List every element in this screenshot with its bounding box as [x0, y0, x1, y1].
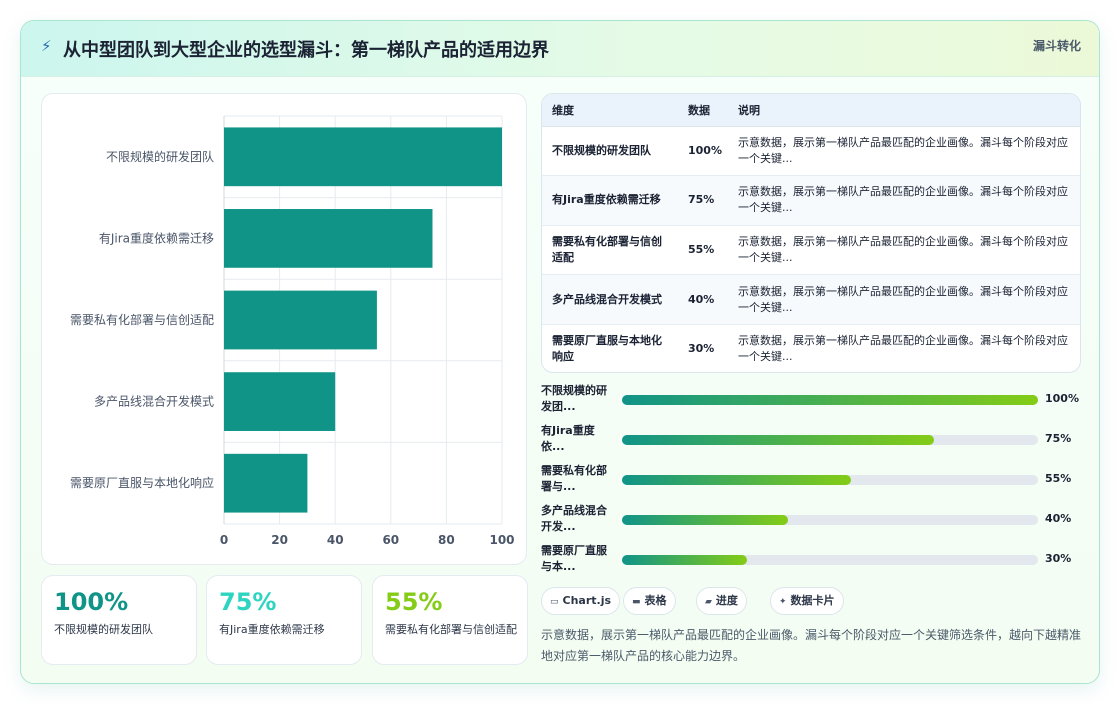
- cell-description: 示意数据，展示第一梯队产品最匹配的企业画像。漏斗每个阶段对应一个关键...: [728, 225, 1080, 276]
- progress-label: 多产品线混合开发...: [541, 504, 607, 533]
- progress-track: [622, 395, 1038, 405]
- footer-note: 示意数据，展示第一梯队产品最匹配的企业画像。漏斗每个阶段对应一个关键筛选条件，越…: [541, 628, 1082, 663]
- chip-label: 进度: [715, 594, 738, 607]
- cell-data: 40%: [678, 274, 728, 325]
- stat-value: 55%: [385, 588, 443, 616]
- table-row: 有Jira重度依赖需迁移 75% 示意数据，展示第一梯队产品最匹配的企业画像。漏…: [542, 175, 1080, 226]
- category-label: 有Jira重度依赖需迁移: [99, 230, 214, 245]
- progress-track: [622, 435, 1038, 445]
- cell-data: 100%: [678, 126, 728, 177]
- chip-progress[interactable]: ▰ 进度: [696, 587, 747, 615]
- horizontal-bar-chart: 不限规模的研发团队有Jira重度依赖需迁移需要私有化部署与信创适配多产品线混合开…: [70, 115, 515, 547]
- progress-track: [622, 475, 1038, 485]
- progress-label: 需要私有化部署与...: [541, 464, 607, 493]
- progress-label: 有Jira重度依...: [541, 424, 595, 453]
- progress-label: 需要原厂直服与本...: [541, 544, 607, 573]
- chip-data-cards[interactable]: ✦ 数据卡片: [770, 587, 844, 615]
- stat-card-1: 100% 不限规模的研发团队: [41, 575, 197, 665]
- x-tick-label: 0: [220, 533, 228, 547]
- cell-dimension: 有Jira重度依赖需迁移: [542, 175, 678, 226]
- stat-label: 需要私有化部署与信创适配: [385, 623, 517, 636]
- chip-label: 表格: [644, 594, 667, 607]
- column-header-description: 说明: [728, 94, 1080, 127]
- progress-value: 100%: [1045, 392, 1079, 405]
- chip-label: 数据卡片: [790, 594, 835, 607]
- category-label: 多产品线混合开发模式: [94, 394, 214, 409]
- column-header-data: 数据: [678, 94, 728, 127]
- stat-card-3: 55% 需要私有化部署与信创适配: [372, 575, 528, 665]
- x-tick-label: 20: [271, 533, 288, 547]
- bar: [224, 127, 502, 187]
- cell-dimension: 不限规模的研发团队: [542, 126, 678, 177]
- progress-row: 有Jira重度依... 75%: [541, 419, 1081, 459]
- progress-fill: [622, 475, 851, 485]
- data-table: 维度 数据 说明 不限规模的研发团队 100% 示意数据，展示第一梯队产品最匹配…: [541, 93, 1081, 373]
- chart-type-tag: 漏斗转化: [1032, 39, 1081, 53]
- progress-row: 需要原厂直服与本... 30%: [541, 539, 1081, 579]
- progress-fill: [622, 435, 934, 445]
- column-header-dimension: 维度: [542, 94, 678, 127]
- bar: [224, 372, 336, 431]
- x-tick-label: 80: [438, 533, 455, 547]
- bar-chart-panel: 不限规模的研发团队有Jira重度依赖需迁移需要私有化部署与信创适配多产品线混合开…: [41, 93, 527, 565]
- progress-value: 75%: [1045, 432, 1072, 445]
- chip-label: Chart.js: [562, 594, 612, 607]
- x-tick-label: 60: [382, 533, 399, 547]
- cell-dimension: 需要原厂直服与本地化响应: [542, 324, 678, 372]
- bar: [224, 209, 433, 268]
- table-row: 不限规模的研发团队 100% 示意数据，展示第一梯队产品最匹配的企业画像。漏斗每…: [542, 126, 1080, 177]
- progress-track: [622, 555, 1038, 565]
- stat-value: 100%: [54, 588, 129, 616]
- table-row: 需要私有化部署与信创适配 55% 示意数据，展示第一梯队产品最匹配的企业画像。漏…: [542, 225, 1080, 276]
- x-tick-label: 100: [489, 533, 514, 547]
- cell-data: 75%: [678, 175, 728, 226]
- page-title: 从中型团队到大型企业的选型漏斗：第一梯队产品的适用边界: [63, 40, 549, 61]
- progress-row: 需要私有化部署与... 55%: [541, 459, 1081, 499]
- progress-fill: [622, 515, 789, 525]
- progress-icon: ▰: [705, 597, 712, 607]
- cell-description: 示意数据，展示第一梯队产品最匹配的企业画像。漏斗每个阶段对应一个关键...: [728, 126, 1080, 177]
- chip-chartjs[interactable]: ▭ Chart.js: [541, 587, 621, 615]
- cell-data: 55%: [678, 225, 728, 276]
- progress-row: 多产品线混合开发... 40%: [541, 499, 1081, 539]
- stat-card-2: 75% 有Jira重度依赖需迁移: [206, 575, 362, 665]
- cell-dimension: 多产品线混合开发模式: [542, 274, 678, 325]
- cell-description: 示意数据，展示第一梯队产品最匹配的企业画像。漏斗每个阶段对应一个关键...: [728, 274, 1080, 325]
- bar: [224, 453, 308, 513]
- x-tick-label: 40: [327, 533, 344, 547]
- cell-data: 30%: [678, 324, 728, 372]
- progress-list: 不限规模的研发团... 100% 有Jira重度依... 75% 需要私有化部署…: [541, 379, 1081, 579]
- card-header: ⚡ 从中型团队到大型企业的选型漏斗：第一梯队产品的适用边界 漏斗转化: [21, 21, 1099, 77]
- table-header-row: 维度 数据 说明: [542, 94, 1080, 127]
- category-label: 需要私有化部署与信创适配: [70, 312, 214, 327]
- stat-label: 不限规模的研发团队: [54, 623, 153, 636]
- chart-icon: ▭: [550, 597, 559, 607]
- progress-row: 不限规模的研发团... 100%: [541, 379, 1081, 419]
- cell-description: 示意数据，展示第一梯队产品最匹配的企业画像。漏斗每个阶段对应一个关键...: [728, 324, 1080, 372]
- progress-value: 30%: [1045, 552, 1072, 565]
- category-label: 不限规模的研发团队: [106, 149, 214, 164]
- dashboard-card: ⚡ 从中型团队到大型企业的选型漏斗：第一梯队产品的适用边界 漏斗转化 不限规模的…: [20, 20, 1100, 684]
- stat-value: 75%: [219, 588, 277, 616]
- table-icon: ▬: [632, 597, 641, 607]
- bar: [224, 290, 377, 350]
- progress-track: [622, 515, 1038, 525]
- chip-table[interactable]: ▬ 表格: [623, 587, 676, 615]
- cell-description: 示意数据，展示第一梯队产品最匹配的企业画像。漏斗每个阶段对应一个关键...: [728, 175, 1080, 226]
- table-row: 多产品线混合开发模式 40% 示意数据，展示第一梯队产品最匹配的企业画像。漏斗每…: [542, 274, 1080, 325]
- sparkle-icon: ✦: [779, 597, 787, 607]
- progress-fill: [622, 555, 747, 565]
- progress-label: 不限规模的研发团...: [541, 384, 607, 413]
- progress-value: 40%: [1045, 512, 1072, 525]
- progress-fill: [622, 395, 1038, 405]
- lightning-icon: ⚡: [41, 37, 52, 55]
- category-label: 需要原厂直服与本地化响应: [70, 475, 214, 490]
- progress-value: 55%: [1045, 472, 1072, 485]
- stat-label: 有Jira重度依赖需迁移: [219, 623, 325, 636]
- cell-dimension: 需要私有化部署与信创适配: [542, 225, 678, 276]
- table-row: 需要原厂直服与本地化响应 30% 示意数据，展示第一梯队产品最匹配的企业画像。漏…: [542, 324, 1080, 372]
